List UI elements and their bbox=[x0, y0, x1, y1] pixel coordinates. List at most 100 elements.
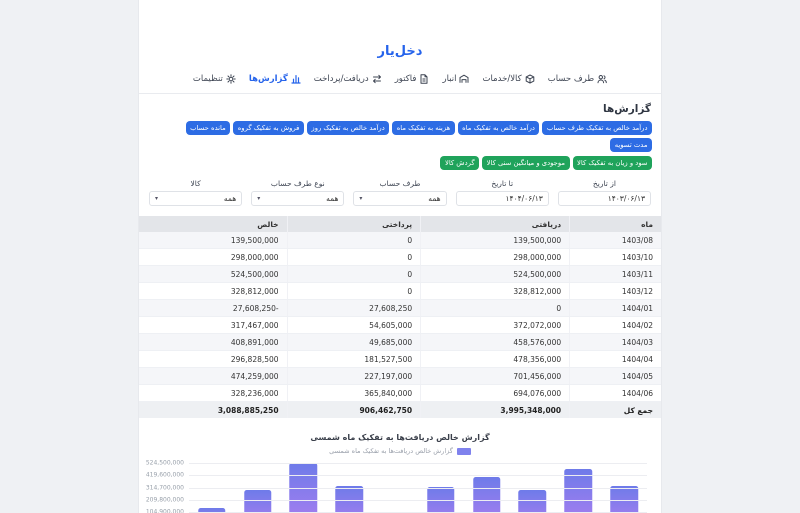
nav-item-invoice[interactable]: فاکتور bbox=[395, 74, 430, 84]
bar-chart: 524,500,000 419,600,000 314,700,000 209,800… bbox=[139, 455, 661, 513]
nav-item-reports[interactable]: گزارش‌ها bbox=[249, 74, 301, 84]
cell-paid: 0 bbox=[286, 282, 421, 300]
nav-item-label: گزارش‌ها bbox=[248, 74, 288, 84]
chart-bar[interactable] bbox=[243, 489, 272, 513]
nav-item-label: تنظیمات bbox=[192, 74, 223, 84]
cell-received: 372,072,000 bbox=[420, 316, 570, 334]
cell-month: 1404/02 bbox=[569, 316, 661, 334]
chart-bar[interactable] bbox=[472, 476, 501, 513]
y-tick-label: 104,900,000 bbox=[145, 508, 184, 513]
report-button[interactable]: مانده حساب bbox=[185, 121, 231, 135]
cell-net: 408,891,000 bbox=[139, 333, 288, 351]
filter-item: کالا همه ▾ bbox=[149, 179, 243, 206]
cell-net: 296,828,500 bbox=[139, 350, 288, 368]
chart-legend[interactable]: گزارش خالص دریافت‌ها به تفکیک ماه شمسی bbox=[139, 447, 661, 455]
table-row: 1404/02 372,072,000 54,605,000 317,467,000 bbox=[139, 316, 661, 334]
nav-item-label: فاکتور bbox=[394, 74, 417, 84]
table-row: 1404/01 0 27,608,250 27,608,250- bbox=[139, 299, 661, 317]
nav-item-label: انبار bbox=[442, 74, 457, 84]
report-button[interactable]: فروش به تفکیک گروه bbox=[233, 121, 304, 135]
cell-month: 1404/03 bbox=[569, 333, 661, 351]
report-button[interactable]: گردش کالا bbox=[440, 156, 480, 170]
cell-net: 328,812,000 bbox=[139, 282, 288, 300]
nav-item-settings[interactable]: تنظیمات bbox=[193, 74, 236, 84]
y-tick-label: 314,700,000 bbox=[145, 484, 184, 492]
table-row: 1404/06 694,076,000 365,840,000 328,236,000 bbox=[139, 384, 661, 402]
filter-from-date: از تاریخ bbox=[557, 179, 651, 206]
y-tick-label: 419,600,000 bbox=[145, 471, 184, 479]
from-date-input[interactable] bbox=[563, 194, 645, 203]
transfer-icon bbox=[372, 74, 381, 84]
cell-month: 1403/11 bbox=[569, 265, 661, 283]
nav-item-label: دریافت/پرداخت bbox=[313, 74, 369, 84]
table-row: 1404/03 458,576,000 49,685,000 408,891,000 bbox=[139, 333, 661, 351]
chevron-down-icon: ▾ bbox=[257, 194, 261, 202]
gridline bbox=[189, 487, 647, 489]
invoice-icon bbox=[420, 74, 428, 84]
gridline bbox=[189, 463, 647, 464]
cell-month: 1404/01 bbox=[569, 299, 661, 317]
column-header: خالص bbox=[139, 216, 288, 232]
chevron-down-icon: ▾ bbox=[359, 194, 363, 202]
chevron-down-icon: ▾ bbox=[155, 194, 159, 202]
nav-item-payments[interactable]: دریافت/پرداخت bbox=[314, 74, 382, 84]
nav-item-label: طرف حساب bbox=[547, 74, 595, 84]
to-date-input[interactable] bbox=[461, 194, 543, 203]
cell-paid: 49,685,000 bbox=[286, 333, 421, 351]
legend-swatch bbox=[456, 447, 471, 455]
table-total-row: جمع کل 3,995,348,000 906,462,750 3,088,885,… bbox=[139, 401, 661, 418]
cell-net: 474,259,000 bbox=[139, 367, 288, 385]
item-select[interactable]: همه ▾ bbox=[149, 191, 243, 206]
people-icon bbox=[597, 75, 607, 84]
selected-value: همه bbox=[223, 194, 237, 203]
nav-item-label: کالا/خدمات bbox=[482, 74, 522, 84]
cell-paid: 365,840,000 bbox=[286, 384, 421, 402]
warehouse-icon bbox=[459, 74, 469, 83]
app-title: دخل‌یار bbox=[377, 44, 423, 59]
chart-y-axis: 524,500,000 419,600,000 314,700,000 209,800… bbox=[145, 459, 189, 513]
report-button[interactable]: مدت تسویه bbox=[610, 138, 652, 152]
main-nav: طرف حساب کالا/خدمات انبار فاکتور دریافت/… bbox=[139, 74, 661, 94]
page-title: گزارش‌ها bbox=[603, 103, 651, 115]
report-button[interactable]: هزینه به تفکیک ماه bbox=[392, 121, 455, 135]
cell-received: 478,356,000 bbox=[420, 350, 570, 368]
report-button[interactable]: سود و زیان به تفکیک کالا bbox=[572, 156, 652, 170]
app-window: دخل‌یار طرف حساب کالا/خدمات انبار فاکتور… bbox=[138, 0, 662, 513]
report-button[interactable]: درآمد خالص به تفکیک ماه bbox=[457, 121, 540, 135]
table-row: 1404/05 701,456,000 227,197,000 474,259,000 bbox=[139, 367, 661, 385]
gridline bbox=[189, 500, 647, 501]
nav-item-warehouse[interactable]: انبار bbox=[442, 74, 469, 84]
cell-received: 524,500,000 bbox=[420, 265, 570, 283]
cell-paid: 227,197,000 bbox=[286, 367, 421, 385]
table-row: 1403/11 524,500,000 0 524,500,000 bbox=[139, 265, 661, 283]
cell-paid: 0 bbox=[286, 265, 421, 283]
filter-to-date: تا تاریخ bbox=[455, 179, 549, 206]
cell-month: 1403/12 bbox=[569, 282, 661, 300]
selected-value: همه bbox=[428, 194, 441, 203]
y-tick-label: 209,800,000 bbox=[145, 496, 184, 504]
nav-item-goods[interactable]: کالا/خدمات bbox=[482, 74, 534, 84]
report-button[interactable]: درآمد خالص به تفکیک روز bbox=[306, 121, 390, 135]
legend-label: گزارش خالص دریافت‌ها به تفکیک ماه شمسی bbox=[329, 447, 453, 455]
nav-item-contacts[interactable]: طرف حساب bbox=[548, 74, 607, 84]
report-button[interactable]: درآمد خالص به تفکیک طرف حساب bbox=[542, 121, 652, 135]
y-tick-label: 524,500,000 bbox=[145, 459, 184, 467]
cell-month: 1404/05 bbox=[569, 367, 661, 385]
chart-bar[interactable] bbox=[518, 489, 547, 513]
table-row: 1403/10 298,000,000 0 298,000,000 bbox=[139, 248, 661, 266]
report-button[interactable]: موجودی و میانگین سنی کالا bbox=[482, 156, 570, 170]
contact-select[interactable]: همه ▾ bbox=[353, 191, 447, 206]
table-row: 1403/12 328,812,000 0 328,812,000 bbox=[139, 282, 661, 300]
filter-label: طرف حساب bbox=[379, 179, 421, 188]
total-label: جمع کل bbox=[569, 401, 661, 418]
cell-month: 1403/08 bbox=[569, 232, 661, 249]
filter-contact: طرف حساب همه ▾ bbox=[353, 179, 447, 206]
total-net: 3,088,885,250 bbox=[139, 401, 288, 418]
cell-received: 458,576,000 bbox=[420, 333, 570, 351]
total-paid: 906,462,750 bbox=[286, 401, 421, 418]
contact-type-select[interactable]: همه ▾ bbox=[251, 191, 345, 206]
cell-net: 298,000,000 bbox=[139, 248, 288, 266]
cell-net: 317,467,000 bbox=[139, 316, 288, 334]
table-row: 1403/08 139,500,000 0 139,500,000 bbox=[139, 232, 661, 249]
cell-paid: 54,605,000 bbox=[286, 316, 421, 334]
